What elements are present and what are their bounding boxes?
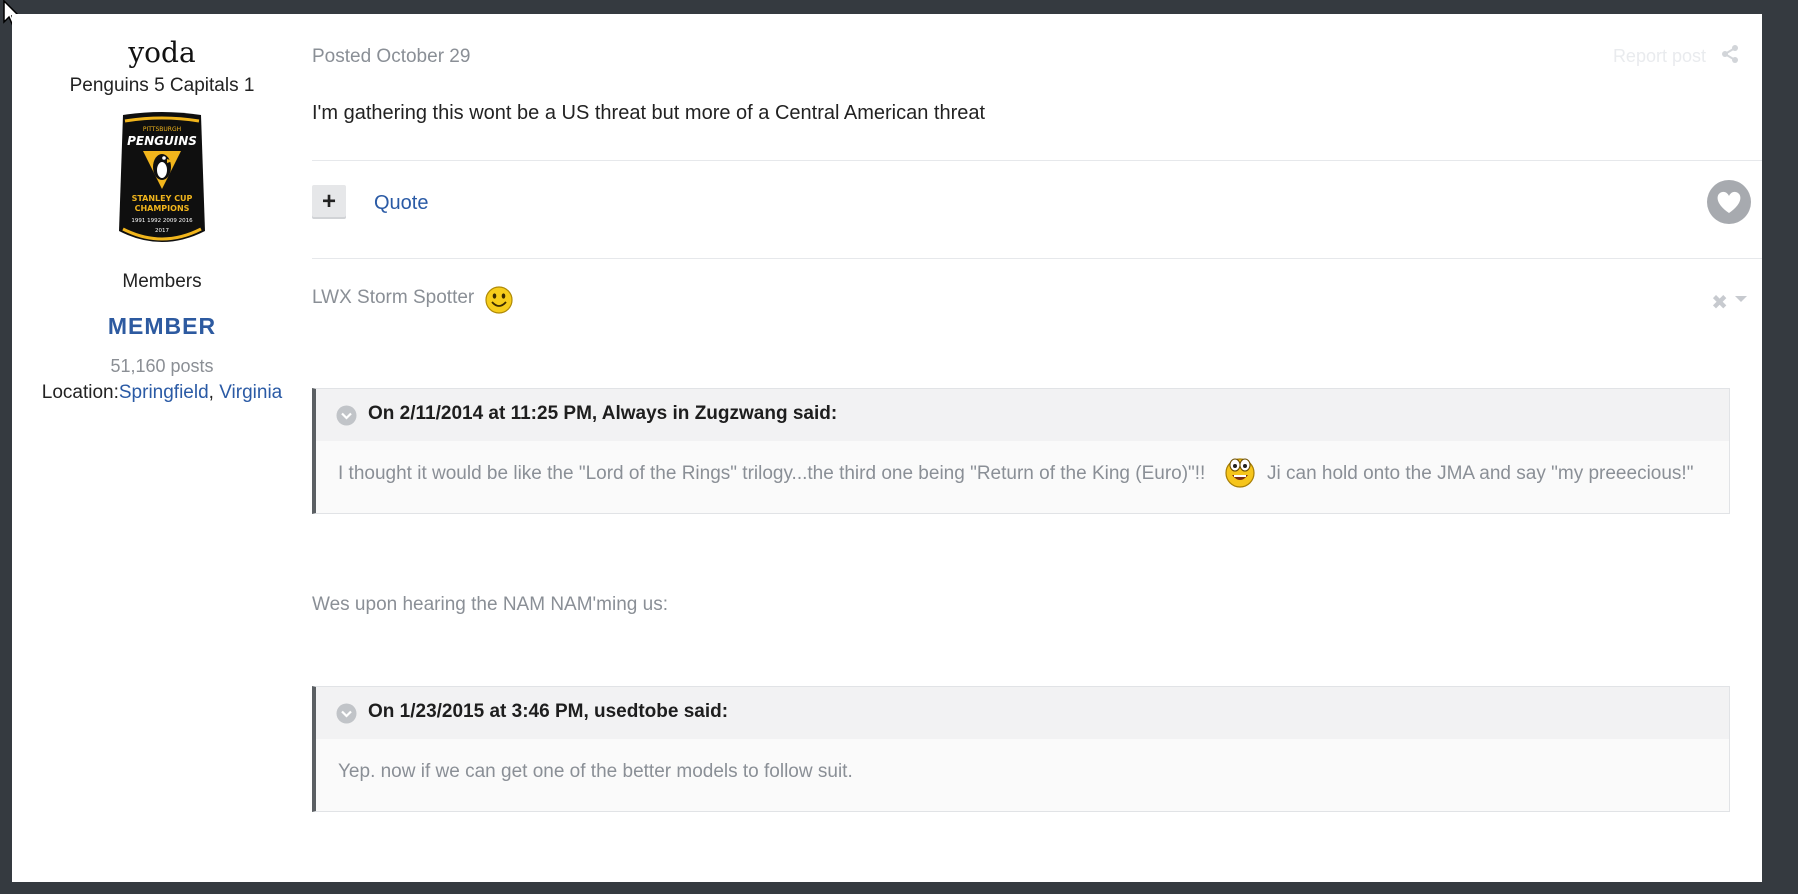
plus-label: + — [321, 188, 336, 215]
like-heart-icon[interactable] — [1706, 179, 1752, 225]
avatar-line-5: 1991 1992 2009 2016 — [131, 218, 193, 224]
author-location: Location:Springfield, Virginia — [12, 382, 312, 404]
chevron-down-icon[interactable] — [1734, 294, 1748, 304]
signature-divider — [312, 258, 1762, 259]
post-content: I'm gathering this wont be a US threat b… — [312, 102, 986, 124]
quote-text: Yep. now if we can get one of the better… — [338, 761, 853, 782]
share-icon[interactable] — [1720, 44, 1740, 64]
hide-signature-icon[interactable]: ✖ — [1711, 290, 1728, 315]
post-text: Wes upon hearing the NAM NAM'ming us: — [312, 594, 668, 615]
location-separator: , — [208, 382, 220, 403]
post-date[interactable]: Posted October 29 — [312, 46, 470, 68]
avatar-line-4: CHAMPIONS — [135, 204, 190, 213]
avatar-line-1: PITTSBURGH — [143, 126, 181, 133]
laugh-emoji-icon — [1225, 458, 1255, 488]
member-group: Members — [122, 271, 202, 292]
avatar-line-3: STANLEY CUP — [132, 194, 193, 203]
smile-emoji-icon — [485, 286, 513, 314]
quote-body: Yep. now if we can get one of the better… — [316, 739, 1729, 811]
quote-block-2: On 1/23/2015 at 3:46 PM, usedtobe said: … — [312, 686, 1730, 812]
post-count: 51,160 posts — [110, 356, 214, 376]
quote-header: On 1/23/2015 at 3:46 PM, usedtobe said: — [316, 687, 1729, 739]
quote-button[interactable]: Quote — [374, 192, 428, 215]
quote-citation[interactable]: On 2/11/2014 at 11:25 PM, Always in Zugz… — [368, 403, 837, 425]
collapse-quote-icon[interactable] — [336, 703, 357, 724]
avatar-line-2: PENGUINS — [127, 134, 197, 148]
location-label: Location: — [41, 382, 119, 403]
multiquote-button[interactable]: + — [312, 185, 346, 219]
author-panel: yoda Penguins 5 Capitals 1 PITTSBURGH PE… — [12, 22, 312, 404]
author-name[interactable]: yoda — [12, 36, 312, 69]
quote-text-continued: Ji can hold onto the JMA and say "my pre… — [1267, 463, 1694, 484]
location-city-link[interactable]: Springfield — [119, 382, 209, 403]
location-state-link[interactable]: Virginia — [219, 382, 282, 403]
quote-header: On 2/11/2014 at 11:25 PM, Always in Zugz… — [316, 389, 1729, 441]
quote-citation[interactable]: On 1/23/2015 at 3:46 PM, usedtobe said: — [368, 701, 728, 723]
avatar-line-6: 2017 — [155, 228, 169, 234]
report-post-link[interactable]: Report post — [1613, 46, 1706, 67]
quote-text: I thought it would be like the "Lord of … — [338, 463, 1206, 484]
author-title: Penguins 5 Capitals 1 — [69, 75, 255, 96]
signature-text: LWX Storm Spotter — [312, 287, 475, 308]
avatar[interactable]: PITTSBURGH PENGUINS STANLEY CUP CHAMPION… — [115, 111, 209, 249]
content-divider — [312, 160, 1762, 161]
quote-block-1: On 2/11/2014 at 11:25 PM, Always in Zugz… — [312, 388, 1730, 514]
collapse-quote-icon[interactable] — [336, 405, 357, 426]
rank-badge: MEMBER — [107, 313, 217, 339]
quote-body: I thought it would be like the "Lord of … — [316, 441, 1729, 513]
